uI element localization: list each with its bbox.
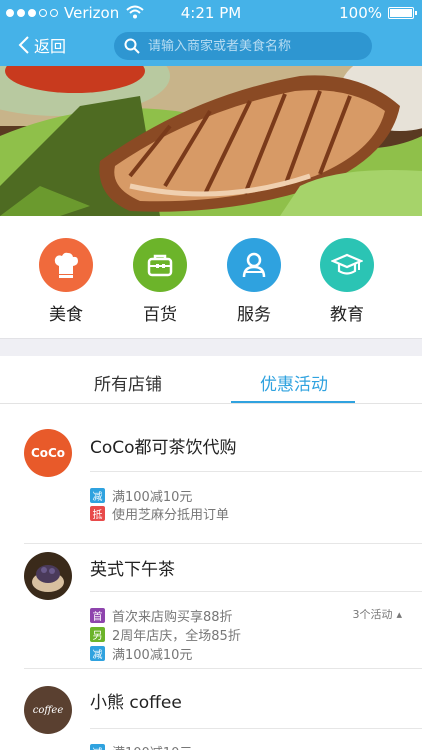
nav-bar: 返回 — [0, 26, 422, 66]
promo-text: 首次来店购买享88折 — [112, 610, 233, 625]
promo-badge: 抵 — [90, 506, 105, 521]
category-food[interactable]: 美食 — [31, 238, 101, 325]
promo-text: 满100减10元 — [112, 648, 193, 663]
promo-item: 抵 使用芝麻分抵用订单 — [90, 504, 229, 523]
promo-item: 减 满100减10元 — [90, 486, 192, 505]
category-services[interactable]: 服务 — [219, 238, 289, 325]
shop-card[interactable]: CoCo CoCo都可茶饮代购 减 满100减10元 抵 使用芝麻分抵用订单 — [0, 405, 422, 545]
shop-avatar: coffee — [24, 686, 72, 734]
person-icon — [227, 238, 281, 292]
promo-item: 首 首次来店购买享88折 — [90, 606, 233, 625]
promo-item: 减 满100减10元 — [90, 644, 192, 663]
category-education[interactable]: 教育 — [312, 238, 382, 325]
shop-avatar — [24, 552, 72, 600]
briefcase-icon — [133, 238, 187, 292]
tab-bar: 所有店铺 优惠活动 — [0, 356, 422, 404]
promo-badge: 减 — [90, 646, 105, 661]
promo-item: 另 2周年店庆，全场85折 — [90, 625, 241, 644]
category-grid: 美食 百货 服务 教育 — [0, 216, 422, 338]
shop-card[interactable]: 英式下午茶 3个活动 ▴ 首 首次来店购买享88折 另 2周年店庆，全场85折 … — [0, 545, 422, 670]
search-bar[interactable] — [114, 32, 372, 60]
food-banner-image[interactable] — [0, 66, 422, 216]
promo-badge: 减 — [90, 744, 105, 750]
section-divider — [0, 338, 422, 356]
category-label: 服务 — [237, 305, 271, 325]
promo-badge: 减 — [90, 488, 105, 503]
promo-item: 减 满100减10元 — [90, 742, 192, 750]
category-label: 教育 — [330, 305, 364, 325]
graduation-cap-icon — [320, 238, 374, 292]
chevron-left-icon — [18, 36, 29, 54]
chef-hat-icon — [39, 238, 93, 292]
back-label: 返回 — [34, 37, 67, 56]
shop-name: CoCo都可茶饮代购 — [90, 438, 237, 458]
category-label: 美食 — [49, 305, 83, 325]
shop-card[interactable]: coffee 小熊 coffee 减 满100减10元 — [0, 670, 422, 750]
promo-badge: 另 — [90, 627, 105, 642]
battery-icon — [388, 7, 417, 19]
shop-logo-text: coffee — [32, 704, 64, 716]
promo-badge: 首 — [90, 608, 105, 623]
tab-promotions[interactable]: 优惠活动 — [260, 370, 328, 395]
grilled-pork-photo — [0, 66, 422, 216]
category-department-store[interactable]: 百货 — [125, 238, 195, 325]
more-promos-toggle[interactable]: 3个活动 ▴ — [352, 606, 402, 622]
shop-avatar: CoCo — [24, 429, 72, 477]
promo-text: 满100减10元 — [112, 742, 192, 750]
more-promos-label: 3个活动 — [352, 608, 393, 621]
category-label: 百货 — [143, 305, 177, 325]
search-input[interactable] — [148, 38, 358, 54]
shop-name: 英式下午茶 — [90, 560, 175, 580]
tab-all-shops[interactable]: 所有店铺 — [94, 370, 162, 395]
battery-percent: 100% — [339, 4, 382, 22]
active-tab-indicator — [231, 401, 355, 403]
shop-logo-text: CoCo — [30, 446, 66, 460]
promo-text: 2周年店庆，全场85折 — [112, 629, 241, 644]
promo-text: 使用芝麻分抵用订单 — [112, 508, 230, 523]
back-button[interactable]: 返回 — [18, 33, 66, 57]
status-bar: Verizon 4:21 PM 100% — [0, 0, 422, 26]
promo-text: 满100减10元 — [112, 490, 193, 505]
search-icon — [124, 38, 140, 54]
shop-name: 小熊 coffee — [90, 693, 182, 713]
caret-up-icon: ▴ — [396, 607, 402, 621]
